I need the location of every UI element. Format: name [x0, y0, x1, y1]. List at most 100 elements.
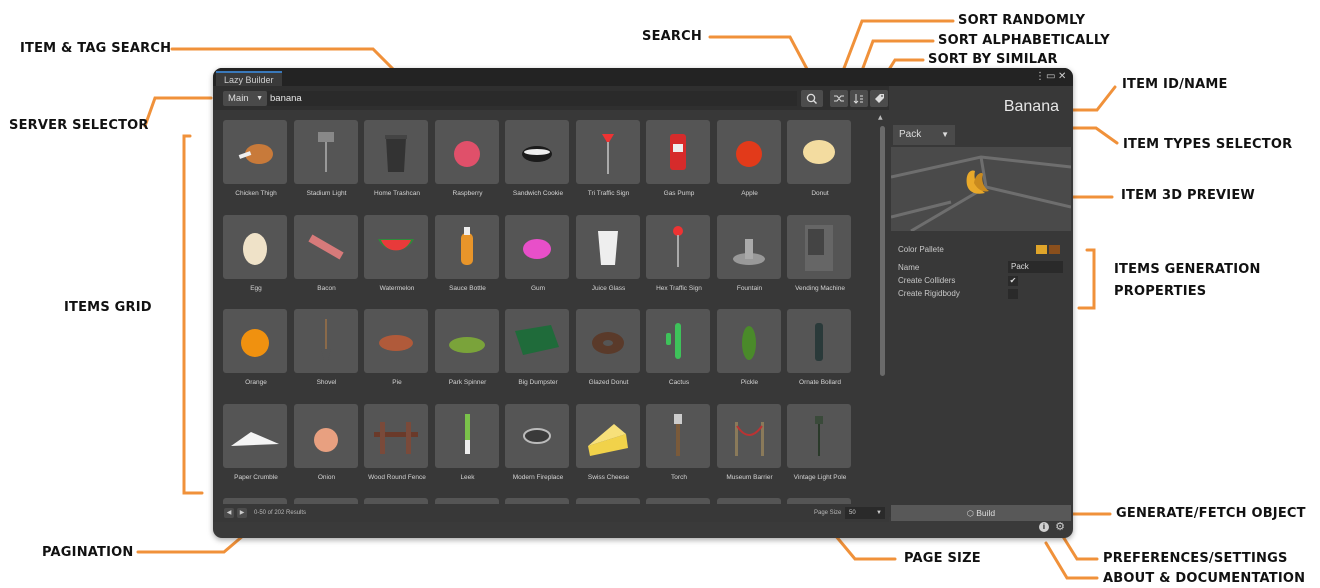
item-thumbnail	[575, 214, 640, 279]
item-card[interactable]: Cactus	[646, 309, 712, 386]
create-colliders-checkbox[interactable]: ✔	[1008, 276, 1018, 286]
sort-alpha-icon	[853, 94, 863, 104]
item-type-selector[interactable]: Pack ▼	[893, 125, 955, 145]
fence-icon	[374, 421, 418, 454]
item-3d-preview[interactable]	[891, 147, 1071, 231]
item-label: Donut	[811, 190, 829, 197]
item-card[interactable]: Sauce Bottle	[434, 214, 501, 292]
item-label: Paper Crumble	[234, 473, 278, 481]
item-card[interactable]: Ornate Bollard	[787, 309, 853, 386]
item-card[interactable]: Gum	[505, 214, 571, 292]
grid-scrollbar[interactable]: ▲ ▼	[877, 114, 887, 514]
sort-randomly-button[interactable]	[830, 90, 848, 107]
item-label: Orange	[245, 379, 267, 386]
vending-machine-icon	[805, 224, 833, 271]
item-thumbnail	[787, 309, 851, 373]
dumpster-icon	[515, 325, 559, 355]
item-card[interactable]: Gas Pump	[646, 120, 712, 197]
item-card[interactable]: Sandwich Cookie	[505, 120, 571, 197]
item-card[interactable]: Paper Crumble	[223, 403, 289, 481]
item-card[interactable]: Watermelon	[364, 214, 430, 292]
item-card[interactable]: Chicken Thigh	[223, 120, 289, 197]
item-thumbnail	[787, 120, 851, 184]
banana-preview-icon	[891, 155, 1071, 231]
donut-icon	[803, 140, 835, 164]
scroll-thumb[interactable]	[880, 126, 885, 376]
item-card[interactable]: Orange	[223, 309, 289, 386]
build-button[interactable]: ⬡ Build	[891, 505, 1071, 521]
cookie-icon	[522, 146, 552, 162]
item-thumbnail	[787, 403, 851, 468]
item-thumbnail	[575, 120, 640, 184]
info-icon[interactable]: i	[1039, 522, 1049, 532]
item-card[interactable]: Onion	[293, 403, 360, 481]
item-thumbnail	[575, 309, 640, 373]
create-rigidbody-checkbox[interactable]	[1008, 289, 1018, 299]
item-thumbnail	[787, 214, 851, 279]
page-size-select[interactable]: 50 ▼	[845, 507, 885, 519]
item-label: Bacon	[317, 284, 336, 292]
item-card[interactable]: Apple	[716, 120, 783, 197]
item-label: Torch	[671, 473, 687, 481]
callout-about-documentation: ABOUT & DOCUMENTATION	[1103, 571, 1306, 586]
item-card[interactable]: Swiss Cheese	[575, 403, 642, 481]
item-card[interactable]: Park Spinner	[434, 309, 501, 386]
item-card[interactable]: Fountain	[716, 214, 783, 292]
item-label: Gas Pump	[663, 190, 695, 197]
egg-icon	[243, 232, 267, 265]
palette-swatch-2[interactable]	[1049, 245, 1060, 254]
maximize-icon[interactable]: ▭	[1046, 71, 1055, 83]
item-label: Cactus	[668, 379, 690, 386]
item-card[interactable]: Vintage Light Pole	[787, 403, 853, 481]
build-label: Build	[976, 508, 996, 518]
item-card[interactable]: Museum Barrier	[716, 403, 783, 481]
item-card[interactable]: Pickle	[716, 309, 783, 386]
caret-down-icon: ▼	[876, 510, 882, 516]
item-label: Shovel	[316, 379, 337, 386]
item-card[interactable]: Torch	[646, 403, 712, 481]
item-card[interactable]: Stadium Light	[293, 120, 360, 197]
item-label: Fountain	[736, 284, 763, 292]
item-thumbnail	[293, 214, 358, 279]
scroll-up-icon[interactable]: ▲	[878, 114, 883, 121]
next-page-button[interactable]: ▶	[237, 508, 247, 518]
item-card[interactable]: Glazed Donut	[575, 309, 642, 386]
callout-generate-fetch-object: GENERATE/FETCH OBJECT	[1116, 506, 1306, 521]
item-card[interactable]: Juice Glass	[575, 214, 642, 292]
item-thumbnail	[293, 309, 358, 373]
name-field[interactable]: Pack	[1008, 261, 1063, 273]
item-card[interactable]: Donut	[787, 120, 853, 197]
item-card[interactable]: Modern Fireplace	[505, 403, 571, 481]
item-card[interactable]: Leek	[434, 403, 501, 481]
item-card[interactable]: Egg	[223, 214, 289, 292]
item-card[interactable]: Pie	[364, 309, 430, 386]
item-label: Gum	[530, 284, 546, 292]
sort-alphabetically-button[interactable]	[850, 90, 868, 107]
search-input[interactable]: banana	[267, 91, 797, 106]
torch-icon	[674, 413, 682, 456]
item-thumbnail	[434, 403, 499, 468]
item-label: Leek	[460, 473, 475, 481]
page-size-value: 50	[849, 510, 856, 516]
prev-page-button[interactable]: ◀	[224, 508, 234, 518]
more-options-icon[interactable]: ⋮	[1035, 71, 1045, 83]
item-card[interactable]: Tri Traffic Sign	[575, 120, 642, 197]
close-icon[interactable]: ✕	[1058, 71, 1066, 83]
shuffle-icon	[834, 95, 844, 102]
item-card[interactable]: Wood Round Fence	[364, 403, 430, 481]
item-card[interactable]: Big Dumpster	[505, 309, 571, 386]
server-selector[interactable]: Main ▼	[223, 91, 267, 106]
item-card[interactable]: Home Trashcan	[364, 120, 430, 197]
sort-by-similar-button[interactable]	[870, 90, 888, 107]
palette-swatch-1[interactable]	[1036, 245, 1047, 254]
window-tab[interactable]: Lazy Builder	[216, 71, 282, 86]
item-card[interactable]: Shovel	[293, 309, 360, 386]
callout-search: SEARCH	[642, 29, 702, 44]
item-card[interactable]: Vending Machine	[787, 214, 853, 292]
item-card[interactable]: Bacon	[293, 214, 360, 292]
item-label: Raspberry	[452, 190, 483, 197]
item-card[interactable]: Raspberry	[434, 120, 501, 197]
item-card[interactable]: Hex Traffic Sign	[646, 214, 712, 292]
gear-icon[interactable]: ⚙	[1055, 521, 1065, 532]
search-button[interactable]	[801, 90, 823, 107]
